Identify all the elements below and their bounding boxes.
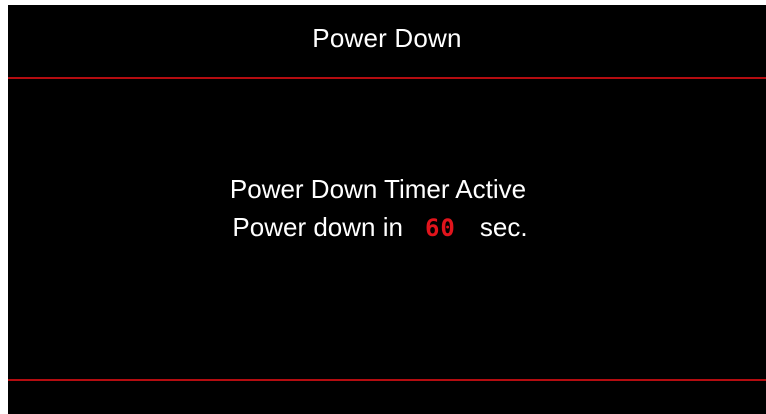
countdown-message: Power down in 60 sec. [1,212,759,243]
dialog-title: Power Down [312,22,462,53]
countdown-unit: sec. [479,212,528,242]
dialog-header: Power Down [8,5,766,77]
timer-active-message: Power Down Timer Active [229,174,527,204]
dialog-body: Power Down Timer Active Power down in 60 s… [8,79,766,379]
countdown-prefix: Power down in [232,212,403,242]
power-down-dialog: Power Down Power Down Timer Active Power… [8,5,766,414]
countdown-value: 60 [424,214,456,242]
footer-divider [8,379,766,381]
